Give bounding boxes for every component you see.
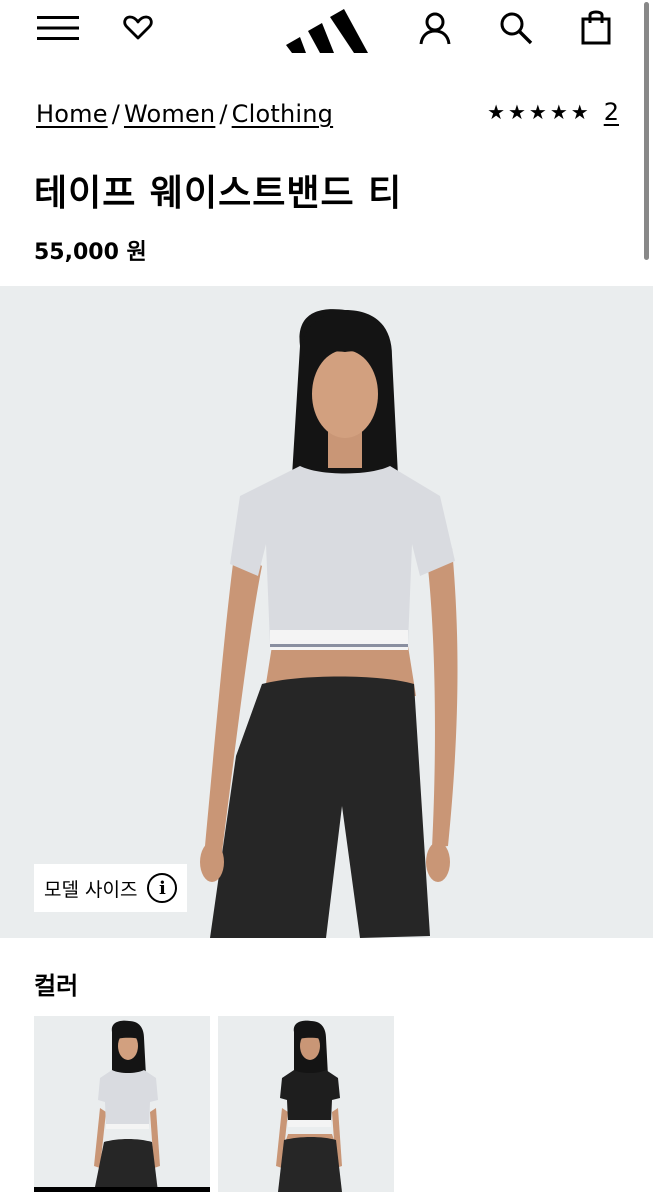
product-title: 테이프 웨이스트밴드 티 — [34, 173, 403, 214]
hamburger-menu-icon[interactable] — [34, 10, 82, 46]
search-icon[interactable] — [495, 8, 537, 48]
model-size-label: 모델 사이즈 — [44, 878, 138, 901]
swatch-photo-black — [276, 1020, 342, 1192]
adidas-logo[interactable] — [282, 2, 372, 58]
heart-icon[interactable] — [118, 10, 158, 46]
breadcrumb-women[interactable]: Women — [124, 100, 215, 128]
review-count-link[interactable]: 2 — [604, 98, 619, 126]
swatch-photo-grey — [94, 1020, 160, 1192]
breadcrumb-separator: / — [219, 100, 228, 128]
product-price: 55,000 원 — [34, 240, 147, 265]
page-scrollbar[interactable] — [644, 2, 649, 260]
model-size-button[interactable]: 모델 사이즈 i — [34, 864, 188, 912]
user-icon[interactable] — [414, 8, 456, 48]
color-swatch-black[interactable] — [218, 1016, 394, 1192]
selected-indicator — [34, 1187, 210, 1192]
info-icon: i — [147, 873, 178, 903]
product-image-gallery[interactable] — [0, 286, 653, 938]
color-swatch-grey[interactable] — [34, 1016, 210, 1192]
breadcrumb-home[interactable]: Home — [36, 100, 108, 128]
breadcrumb-separator: / — [111, 100, 120, 128]
product-rating: ★★★★★ 2 — [487, 98, 619, 126]
top-navigation-bar — [0, 0, 653, 62]
color-section-label: 컬러 — [34, 972, 79, 1000]
rating-stars: ★★★★★ — [487, 100, 592, 124]
breadcrumb-clothing[interactable]: Clothing — [232, 100, 333, 128]
shopping-bag-icon[interactable] — [575, 6, 617, 48]
product-photo-model — [200, 309, 458, 938]
breadcrumb: Home / Women / Clothing — [36, 100, 333, 128]
